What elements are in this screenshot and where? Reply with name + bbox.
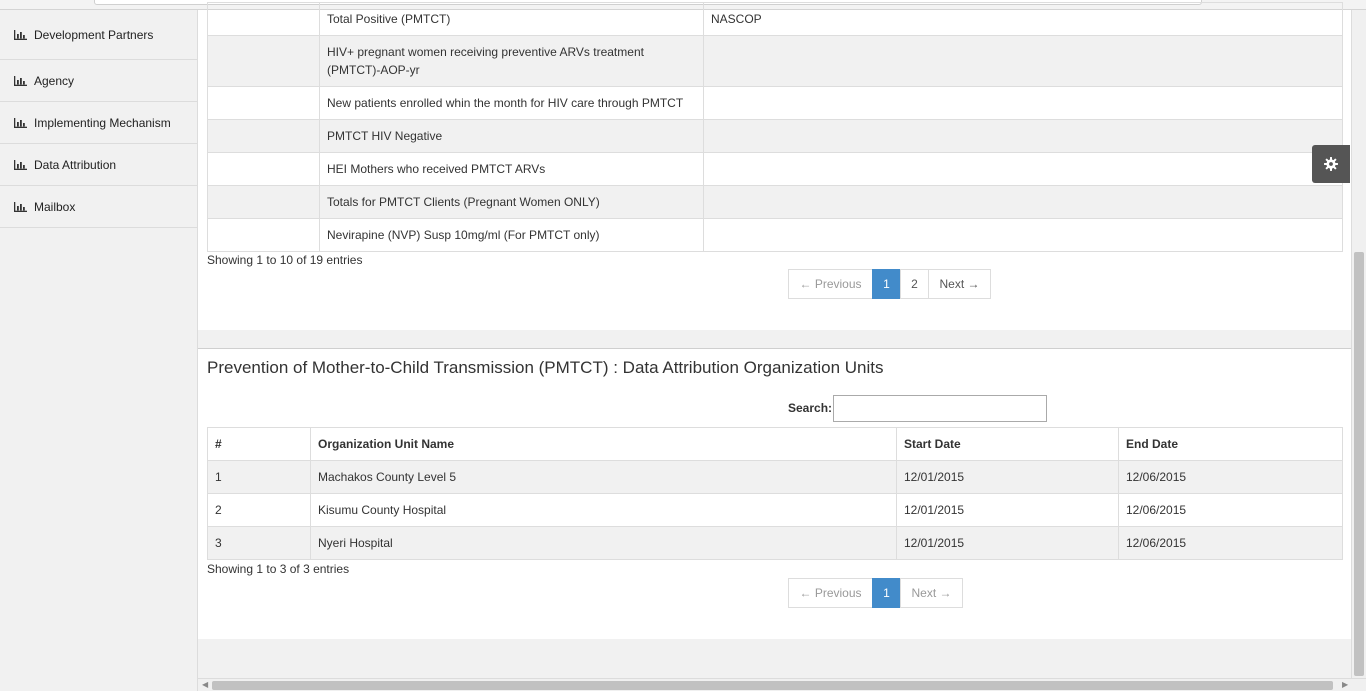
indicator-name: HIV+ pregnant women receiving preventive… [319, 35, 704, 87]
scroll-left-arrow[interactable]: ◀ [202, 680, 208, 689]
indicator-name: PMTCT HIV Negative [319, 119, 704, 153]
indicator-name: Totals for PMTCT Clients (Pregnant Women… [319, 185, 704, 219]
table-info: Showing 1 to 3 of 3 entries [207, 562, 350, 576]
org-units-panel: Prevention of Mother-to-Child Transmissi… [198, 349, 1351, 639]
bar-chart-icon [14, 117, 27, 128]
table-cell [207, 218, 320, 252]
next-page-button[interactable]: Next → [928, 269, 991, 299]
table-row: Total Positive (PMTCT) NASCOP [207, 2, 1343, 36]
sidebar-item-label: Agency [34, 73, 75, 88]
section-title: Prevention of Mother-to-Child Transmissi… [207, 358, 884, 377]
bar-chart-icon [14, 29, 27, 40]
org-units-table: # Organization Unit Name Start Date End … [207, 427, 1343, 560]
org-unit-name: Machakos County Level 5 [310, 460, 897, 494]
search-input[interactable] [833, 395, 1047, 422]
page-1-button[interactable]: 1 [872, 578, 901, 608]
indicator-name: HEI Mothers who received PMTCT ARVs [319, 152, 704, 186]
sidebar: Development Partners Agency Implementing… [0, 10, 198, 691]
start-date: 12/01/2015 [896, 460, 1119, 494]
table-cell [207, 152, 320, 186]
vertical-scroll-thumb[interactable] [1354, 252, 1364, 676]
row-number: 1 [207, 460, 311, 494]
page-1-button[interactable]: 1 [872, 269, 901, 299]
table-row: 3 Nyeri Hospital 12/01/2015 12/06/2015 [207, 526, 1343, 560]
sidebar-item-development-partners[interactable]: Development Partners [0, 10, 197, 60]
table-row: 2 Kisumu County Hospital 12/01/2015 12/0… [207, 493, 1343, 527]
org-unit-name: Nyeri Hospital [310, 526, 897, 560]
main-content: Total Positive (PMTCT) NASCOP HIV+ pregn… [198, 2, 1351, 678]
table-row: 1 Machakos County Level 5 12/01/2015 12/… [207, 460, 1343, 494]
table-row: HIV+ pregnant women receiving preventive… [207, 35, 1343, 87]
sidebar-item-agency[interactable]: Agency [0, 60, 197, 102]
column-header-org-unit-name[interactable]: Organization Unit Name [310, 427, 897, 461]
column-header-number[interactable]: # [207, 427, 311, 461]
column-header-start-date[interactable]: Start Date [896, 427, 1119, 461]
table-cell [207, 185, 320, 219]
table-row: New patients enrolled whin the month for… [207, 86, 1343, 120]
page-2-button[interactable]: 2 [900, 269, 929, 299]
org-unit-name: Kisumu County Hospital [310, 493, 897, 527]
horizontal-scrollbar[interactable]: ◀ ▶ [198, 678, 1366, 691]
indicator-source [703, 86, 1343, 120]
sidebar-item-label: Mailbox [34, 199, 76, 214]
table-row: Nevirapine (NVP) Susp 10mg/ml (For PMTCT… [207, 218, 1343, 252]
previous-page-button[interactable]: ← Previous [788, 269, 873, 299]
row-number: 2 [207, 493, 311, 527]
bar-chart-icon [14, 201, 27, 212]
vertical-scrollbar[interactable] [1351, 10, 1366, 678]
indicator-source [703, 35, 1343, 87]
sidebar-item-data-attribution[interactable]: Data Attribution [0, 144, 197, 186]
table-row: HEI Mothers who received PMTCT ARVs [207, 152, 1343, 186]
indicator-source [703, 185, 1343, 219]
next-page-button[interactable]: Next → [900, 578, 963, 608]
indicator-source [703, 152, 1343, 186]
horizontal-scroll-thumb[interactable] [212, 681, 1333, 690]
bar-chart-icon [14, 159, 27, 170]
row-number: 3 [207, 526, 311, 560]
previous-page-button[interactable]: ← Previous [788, 578, 873, 608]
indicator-source [703, 218, 1343, 252]
table-row: PMTCT HIV Negative [207, 119, 1343, 153]
indicator-name: New patients enrolled whin the month for… [319, 86, 704, 120]
table-info: Showing 1 to 10 of 19 entries [207, 253, 363, 267]
indicators-table: Total Positive (PMTCT) NASCOP HIV+ pregn… [207, 2, 1343, 252]
sidebar-item-mailbox[interactable]: Mailbox [0, 186, 197, 228]
scroll-right-arrow[interactable]: ▶ [1342, 680, 1348, 689]
table-cell [207, 35, 320, 87]
indicator-name: Total Positive (PMTCT) [319, 2, 704, 36]
end-date: 12/06/2015 [1118, 493, 1343, 527]
indicator-source [703, 119, 1343, 153]
table-cell [207, 2, 320, 36]
indicators-panel: Total Positive (PMTCT) NASCOP HIV+ pregn… [198, 2, 1351, 330]
table-cell [207, 119, 320, 153]
sidebar-item-label: Development Partners [34, 27, 154, 42]
sidebar-item-label: Data Attribution [34, 157, 117, 172]
column-header-end-date[interactable]: End Date [1118, 427, 1343, 461]
pagination: ← Previous 1 Next → [788, 578, 963, 608]
start-date: 12/01/2015 [896, 526, 1119, 560]
end-date: 12/06/2015 [1118, 460, 1343, 494]
sidebar-item-implementing-mechanism[interactable]: Implementing Mechanism [0, 102, 197, 144]
table-row: Totals for PMTCT Clients (Pregnant Women… [207, 185, 1343, 219]
indicator-name: Nevirapine (NVP) Susp 10mg/ml (For PMTCT… [319, 218, 704, 252]
settings-toggle-button[interactable] [1312, 145, 1350, 183]
sidebar-item-label: Implementing Mechanism [34, 115, 171, 130]
table-cell [207, 86, 320, 120]
end-date: 12/06/2015 [1118, 526, 1343, 560]
indicator-source: NASCOP [703, 2, 1343, 36]
bar-chart-icon [14, 75, 27, 86]
start-date: 12/01/2015 [896, 493, 1119, 527]
pagination: ← Previous 1 2 Next → [788, 269, 991, 299]
table-header-row: # Organization Unit Name Start Date End … [207, 427, 1343, 461]
gear-icon [1324, 157, 1338, 171]
search-label: Search: [788, 401, 833, 415]
